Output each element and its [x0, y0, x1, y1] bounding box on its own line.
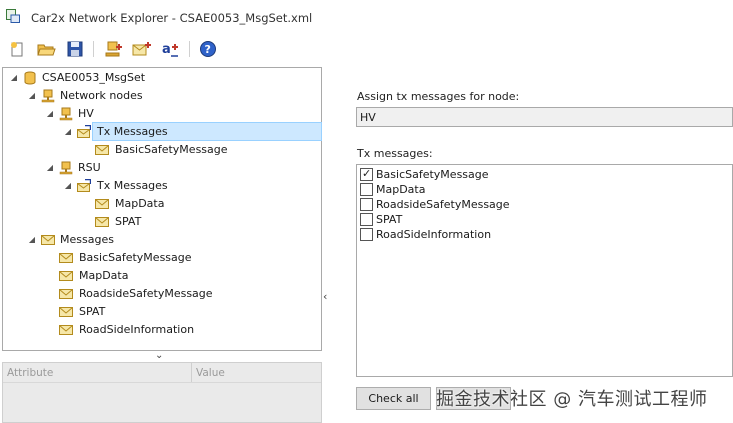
- checklist-label: SPAT: [376, 213, 403, 226]
- checkbox-checked[interactable]: ✓: [360, 167, 373, 181]
- tx-messages-icon: [77, 125, 91, 139]
- tree-label: SPAT: [79, 305, 106, 318]
- checkbox[interactable]: [360, 183, 373, 196]
- expand-arrow-icon[interactable]: ◢: [63, 123, 73, 141]
- node-field[interactable]: HV: [356, 107, 733, 127]
- message-envelope-icon: [59, 269, 73, 283]
- expand-down-chevron-icon[interactable]: ⌄: [155, 350, 163, 361]
- toolbar-separator: [93, 41, 94, 57]
- message-set-tree[interactable]: ◢ CSAE0053_MsgSet ◢ Network nodes ◢ HV ◢…: [2, 67, 322, 351]
- checklist-label: RoadSideInformation: [376, 228, 492, 241]
- tree-label: Tx Messages: [97, 125, 168, 138]
- expand-arrow-icon[interactable]: ◢: [9, 69, 19, 87]
- tree-label: MapData: [115, 197, 165, 210]
- column-divider[interactable]: [191, 363, 192, 383]
- help-icon[interactable]: ?: [198, 39, 218, 59]
- tree-label: CSAE0053_MsgSet: [42, 71, 146, 84]
- checkbox[interactable]: [360, 198, 373, 211]
- message-envelope-icon: [95, 143, 109, 157]
- tx-messages-icon: [77, 179, 91, 193]
- message-envelope-icon: [95, 197, 109, 211]
- checkmark-icon: ✓: [362, 167, 372, 180]
- checklist-label: MapData: [376, 183, 426, 196]
- message-envelope-icon: [59, 287, 73, 301]
- window-title: Car2x Network Explorer - CSAE0053_MsgSet…: [31, 11, 313, 25]
- checklist-label: BasicSafetyMessage: [376, 168, 489, 181]
- message-envelope-icon: [59, 251, 73, 265]
- attribute-grid[interactable]: Attribute Value: [2, 362, 322, 423]
- tree-label: Messages: [60, 233, 114, 246]
- network-node-icon: [59, 107, 73, 121]
- message-envelope-icon: [59, 305, 73, 319]
- svg-text:a: a: [162, 42, 171, 57]
- message-envelope-icon: [95, 215, 109, 229]
- tree-label: BasicSafetyMessage: [115, 143, 228, 156]
- header-divider: [3, 382, 321, 383]
- expand-arrow-icon[interactable]: ◢: [45, 105, 55, 123]
- collapse-left-chevron-icon[interactable]: ‹: [323, 290, 327, 303]
- tree-label: Network nodes: [60, 89, 143, 102]
- tree-label: RSU: [78, 161, 101, 174]
- add-node-icon[interactable]: [103, 39, 123, 59]
- network-node-icon: [59, 161, 73, 175]
- watermark: 掘金技术社区 @ 汽车测试工程师: [436, 389, 708, 410]
- expand-arrow-icon[interactable]: ◢: [27, 231, 37, 249]
- toolbar-separator: [189, 41, 190, 57]
- tree-label: RoadsideSafetyMessage: [79, 287, 213, 300]
- expand-arrow-icon[interactable]: ◢: [63, 177, 73, 195]
- title-bar: Car2x Network Explorer - CSAE0053_MsgSet…: [0, 0, 733, 34]
- checkbox[interactable]: [360, 228, 373, 241]
- check-all-button[interactable]: Check all: [356, 387, 431, 410]
- tree-label: Tx Messages: [97, 179, 168, 192]
- open-folder-icon[interactable]: [36, 39, 56, 59]
- database-icon: [24, 71, 36, 85]
- tree-label: RoadSideInformation: [79, 323, 195, 336]
- expand-arrow-icon[interactable]: ◢: [45, 159, 55, 177]
- tx-messages-checklist[interactable]: ✓ BasicSafetyMessage MapData RoadsideSaf…: [356, 164, 733, 377]
- attribute-column-header[interactable]: Attribute: [7, 365, 53, 381]
- assign-node-label: Assign tx messages for node:: [357, 90, 520, 103]
- tree-label: SPAT: [115, 215, 142, 228]
- app-icon: [6, 9, 20, 23]
- value-column-header[interactable]: Value: [196, 365, 225, 381]
- network-node-icon: [41, 89, 55, 103]
- new-icon[interactable]: [7, 39, 27, 59]
- message-envelope-icon: [59, 323, 73, 337]
- save-icon[interactable]: [65, 39, 85, 59]
- tree-label: BasicSafetyMessage: [79, 251, 192, 264]
- checklist-label: RoadsideSafetyMessage: [376, 198, 510, 211]
- tree-label: HV: [78, 107, 94, 120]
- messages-folder-icon: [41, 233, 55, 247]
- toolbar: a ?: [0, 36, 733, 62]
- expand-arrow-icon[interactable]: ◢: [27, 87, 37, 105]
- rename-icon[interactable]: a: [160, 39, 180, 59]
- tx-messages-label: Tx messages:: [357, 147, 433, 160]
- checkbox[interactable]: [360, 213, 373, 226]
- svg-text:?: ?: [205, 43, 211, 56]
- add-message-icon[interactable]: [131, 39, 151, 59]
- tree-label: MapData: [79, 269, 129, 282]
